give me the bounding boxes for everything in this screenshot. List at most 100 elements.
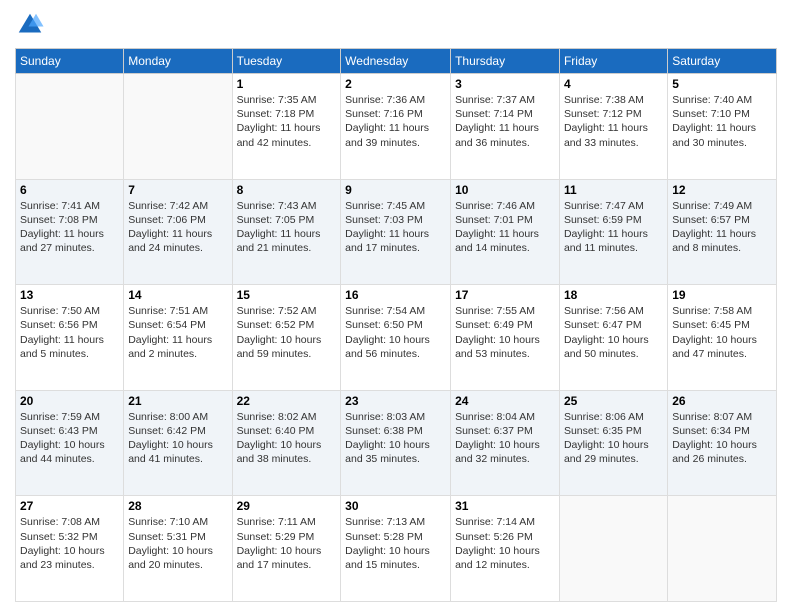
calendar-cell: 10Sunrise: 7:46 AM Sunset: 7:01 PM Dayli…: [451, 179, 560, 285]
logo-icon: [15, 10, 45, 40]
day-info: Sunrise: 7:49 AM Sunset: 6:57 PM Dayligh…: [672, 199, 772, 256]
calendar-cell: 25 Sunrise: 8:06 AM Sunset: 6:35 PM Dayli…: [559, 390, 667, 496]
calendar-table: SundayMondayTuesdayWednesdayThursdayFrid…: [15, 48, 777, 602]
day-number: 28: [128, 499, 227, 513]
day-info: Sunrise: 7:59 AM Sunset: 6:43 PM Dayligh…: [20, 410, 119, 467]
day-info: Sunrise: 7:41 AM Sunset: 7:08 PM Dayligh…: [20, 199, 119, 256]
day-info: Sunrise: 7:55 AM Sunset: 6:49 PM Dayligh…: [455, 304, 555, 361]
page: SundayMondayTuesdayWednesdayThursdayFrid…: [0, 0, 792, 612]
day-info: Sunrise: 8:03 AM Sunset: 6:38 PM Dayligh…: [345, 410, 446, 467]
day-info: Sunrise: 7:52 AM Sunset: 6:52 PM Dayligh…: [237, 304, 337, 361]
day-info: Sunrise: 8:07 AM Sunset: 6:34 PM Dayligh…: [672, 410, 772, 467]
calendar-cell: 3 Sunrise: 7:37 AM Sunset: 7:14 PM Daylig…: [451, 74, 560, 180]
day-number: 20: [20, 394, 119, 408]
header: [15, 10, 777, 40]
calendar-cell: 13 Sunrise: 7:50 AM Sunset: 6:56 PM Dayli…: [16, 285, 124, 391]
calendar-cell: 20 Sunrise: 7:59 AM Sunset: 6:43 PM Dayli…: [16, 390, 124, 496]
calendar-week-4: 20 Sunrise: 7:59 AM Sunset: 6:43 PM Dayli…: [16, 390, 777, 496]
calendar-cell: 22 Sunrise: 8:02 AM Sunset: 6:40 PM Dayli…: [232, 390, 341, 496]
day-number: 3: [455, 77, 555, 91]
calendar-cell: 26 Sunrise: 8:07 AM Sunset: 6:34 PM Dayli…: [668, 390, 777, 496]
day-header-monday: Monday: [124, 49, 232, 74]
calendar-cell: 2Sunrise: 7:36 AM Sunset: 7:16 PM Daylig…: [341, 74, 451, 180]
day-info: Sunrise: 7:35 AM Sunset: 7:18 PM Dayligh…: [237, 93, 337, 150]
calendar-cell: 27 Sunrise: 7:08 AM Sunset: 5:32 PM Dayli…: [16, 496, 124, 602]
day-number: 22: [237, 394, 337, 408]
day-header-tuesday: Tuesday: [232, 49, 341, 74]
day-number: 6: [20, 183, 119, 197]
day-number: 15: [237, 288, 337, 302]
day-info: Sunrise: 7:45 AM Sunset: 7:03 PM Dayligh…: [345, 199, 446, 256]
calendar-cell: 31 Sunrise: 7:14 AM Sunset: 5:26 PM Dayli…: [451, 496, 560, 602]
calendar-cell: 15 Sunrise: 7:52 AM Sunset: 6:52 PM Dayli…: [232, 285, 341, 391]
day-number: 13: [20, 288, 119, 302]
day-number: 14: [128, 288, 227, 302]
day-info: Sunrise: 8:00 AM Sunset: 6:42 PM Dayligh…: [128, 410, 227, 467]
calendar-cell: [668, 496, 777, 602]
calendar-cell: 23 Sunrise: 8:03 AM Sunset: 6:38 PM Dayli…: [341, 390, 451, 496]
day-header-thursday: Thursday: [451, 49, 560, 74]
calendar-cell: 12 Sunrise: 7:49 AM Sunset: 6:57 PM Dayli…: [668, 179, 777, 285]
day-number: 25: [564, 394, 663, 408]
day-info: Sunrise: 7:36 AM Sunset: 7:16 PM Dayligh…: [345, 93, 446, 150]
day-number: 5: [672, 77, 772, 91]
day-info: Sunrise: 7:51 AM Sunset: 6:54 PM Dayligh…: [128, 304, 227, 361]
calendar-cell: 16Sunrise: 7:54 AM Sunset: 6:50 PM Dayli…: [341, 285, 451, 391]
day-info: Sunrise: 7:13 AM Sunset: 5:28 PM Dayligh…: [345, 515, 446, 572]
day-info: Sunrise: 7:56 AM Sunset: 6:47 PM Dayligh…: [564, 304, 663, 361]
calendar-week-2: 6 Sunrise: 7:41 AM Sunset: 7:08 PM Daylig…: [16, 179, 777, 285]
calendar-cell: [16, 74, 124, 180]
calendar-cell: [559, 496, 667, 602]
day-info: Sunrise: 7:10 AM Sunset: 5:31 PM Dayligh…: [128, 515, 227, 572]
day-header-wednesday: Wednesday: [341, 49, 451, 74]
day-info: Sunrise: 7:50 AM Sunset: 6:56 PM Dayligh…: [20, 304, 119, 361]
day-info: Sunrise: 7:14 AM Sunset: 5:26 PM Dayligh…: [455, 515, 555, 572]
day-number: 4: [564, 77, 663, 91]
day-info: Sunrise: 7:40 AM Sunset: 7:10 PM Dayligh…: [672, 93, 772, 150]
logo: [15, 10, 49, 40]
calendar-cell: 11 Sunrise: 7:47 AM Sunset: 6:59 PM Dayli…: [559, 179, 667, 285]
day-number: 31: [455, 499, 555, 513]
day-number: 9: [345, 183, 446, 197]
day-number: 26: [672, 394, 772, 408]
day-number: 29: [237, 499, 337, 513]
calendar-cell: 8Sunrise: 7:43 AM Sunset: 7:05 PM Daylig…: [232, 179, 341, 285]
day-header-friday: Friday: [559, 49, 667, 74]
day-info: Sunrise: 7:37 AM Sunset: 7:14 PM Dayligh…: [455, 93, 555, 150]
calendar-cell: 6 Sunrise: 7:41 AM Sunset: 7:08 PM Daylig…: [16, 179, 124, 285]
day-info: Sunrise: 7:42 AM Sunset: 7:06 PM Dayligh…: [128, 199, 227, 256]
calendar-cell: 19 Sunrise: 7:58 AM Sunset: 6:45 PM Dayli…: [668, 285, 777, 391]
day-info: Sunrise: 7:47 AM Sunset: 6:59 PM Dayligh…: [564, 199, 663, 256]
day-header-saturday: Saturday: [668, 49, 777, 74]
day-info: Sunrise: 8:06 AM Sunset: 6:35 PM Dayligh…: [564, 410, 663, 467]
calendar-header-row: SundayMondayTuesdayWednesdayThursdayFrid…: [16, 49, 777, 74]
day-info: Sunrise: 8:04 AM Sunset: 6:37 PM Dayligh…: [455, 410, 555, 467]
calendar-cell: 14 Sunrise: 7:51 AM Sunset: 6:54 PM Dayli…: [124, 285, 232, 391]
day-number: 11: [564, 183, 663, 197]
calendar-cell: 21 Sunrise: 8:00 AM Sunset: 6:42 PM Dayli…: [124, 390, 232, 496]
day-number: 23: [345, 394, 446, 408]
day-info: Sunrise: 7:43 AM Sunset: 7:05 PM Dayligh…: [237, 199, 337, 256]
calendar-cell: 5 Sunrise: 7:40 AM Sunset: 7:10 PM Daylig…: [668, 74, 777, 180]
day-info: Sunrise: 7:46 AM Sunset: 7:01 PM Dayligh…: [455, 199, 555, 256]
day-number: 1: [237, 77, 337, 91]
calendar-cell: 1 Sunrise: 7:35 AM Sunset: 7:18 PM Daylig…: [232, 74, 341, 180]
calendar-week-3: 13 Sunrise: 7:50 AM Sunset: 6:56 PM Dayli…: [16, 285, 777, 391]
day-number: 19: [672, 288, 772, 302]
day-number: 12: [672, 183, 772, 197]
day-number: 18: [564, 288, 663, 302]
day-number: 17: [455, 288, 555, 302]
day-info: Sunrise: 8:02 AM Sunset: 6:40 PM Dayligh…: [237, 410, 337, 467]
calendar-cell: 4 Sunrise: 7:38 AM Sunset: 7:12 PM Daylig…: [559, 74, 667, 180]
day-info: Sunrise: 7:58 AM Sunset: 6:45 PM Dayligh…: [672, 304, 772, 361]
calendar-cell: 30Sunrise: 7:13 AM Sunset: 5:28 PM Dayli…: [341, 496, 451, 602]
day-info: Sunrise: 7:38 AM Sunset: 7:12 PM Dayligh…: [564, 93, 663, 150]
day-number: 24: [455, 394, 555, 408]
calendar-week-1: 1 Sunrise: 7:35 AM Sunset: 7:18 PM Daylig…: [16, 74, 777, 180]
day-info: Sunrise: 7:54 AM Sunset: 6:50 PM Dayligh…: [345, 304, 446, 361]
day-info: Sunrise: 7:08 AM Sunset: 5:32 PM Dayligh…: [20, 515, 119, 572]
calendar-cell: [124, 74, 232, 180]
day-number: 27: [20, 499, 119, 513]
day-number: 21: [128, 394, 227, 408]
calendar-cell: 9 Sunrise: 7:45 AM Sunset: 7:03 PM Daylig…: [341, 179, 451, 285]
